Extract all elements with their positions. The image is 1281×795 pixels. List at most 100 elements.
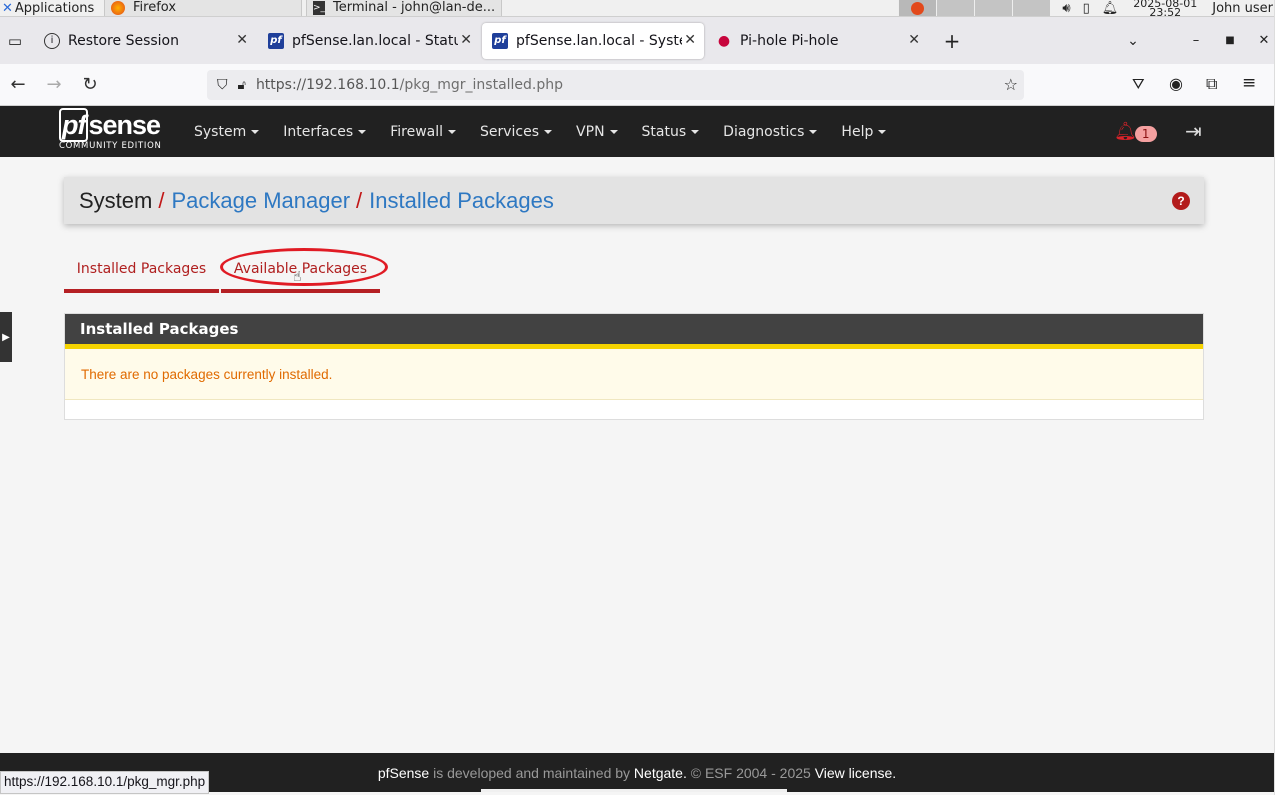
tab-installed-packages[interactable]: Installed Packages — [64, 248, 219, 293]
help-icon[interactable]: ? — [1172, 192, 1190, 210]
applications-menu[interactable]: ✕ Applications — [0, 0, 100, 16]
breadcrumb-package-manager[interactable]: Package Manager — [171, 188, 350, 214]
footer-copyright: © ESF 2004 - 2025 — [690, 764, 811, 781]
workspace-2[interactable] — [936, 0, 975, 16]
breadcrumb-separator: / — [158, 187, 165, 213]
os-taskbar: ✕ Applications Firefox >_ Terminal - joh… — [0, 0, 1281, 17]
footer-netgate-link[interactable]: Netgate. — [634, 765, 687, 781]
caret-down-icon — [691, 129, 700, 134]
taskbar-terminal-label: Terminal - john@lan-de... — [333, 0, 496, 15]
list-tabs-chevron-icon[interactable]: ⌄ — [1113, 33, 1153, 49]
footer-license-link[interactable]: View license. — [815, 765, 896, 781]
close-icon[interactable]: ✕ — [236, 32, 248, 48]
minimize-icon[interactable]: – — [1179, 33, 1213, 48]
shield-icon[interactable]: ⛉ — [217, 77, 228, 93]
url-bar[interactable]: ⛉ 🔓︎ https://192.168.10.1/pkg_mgr_instal… — [207, 70, 1024, 100]
raspberry-icon: ● — [717, 32, 731, 49]
reload-icon[interactable]: ↻ — [72, 69, 108, 101]
new-tab-icon[interactable]: + — [932, 29, 972, 53]
xfce-icon: ✕ — [2, 0, 13, 16]
volume-icon[interactable]: 🔊︎ — [1062, 1, 1070, 16]
back-arrow-icon[interactable]: ← — [0, 69, 36, 101]
main-menu: System Interfaces Firewall Services VPN … — [194, 106, 910, 157]
pfsense-logo[interactable]: pf sense COMMUNITY EDITION — [59, 108, 162, 151]
menu-services[interactable]: Services — [480, 123, 553, 140]
footer-text: is developed and maintained by — [433, 764, 631, 781]
arrow-right-icon: ▶ — [2, 331, 10, 343]
tab-title: pfSense.lan.local - System — [516, 32, 682, 49]
hand-cursor-icon: ☝︎ — [293, 269, 302, 285]
menu-label: Services — [480, 123, 540, 140]
breadcrumb: System / Package Manager / Installed Pac… — [64, 177, 1204, 224]
menu-system[interactable]: System — [194, 124, 260, 140]
footer-brand-link[interactable]: pfSense — [378, 765, 429, 781]
menu-diagnostics[interactable]: Diagnostics — [723, 123, 818, 140]
tab-restore-session[interactable]: i Restore Session ✕ — [34, 23, 256, 59]
menu-label: Firewall — [390, 123, 443, 140]
pocket-icon[interactable]: ⛛ — [1132, 75, 1145, 93]
caret-down-icon — [544, 129, 553, 134]
firefox-icon — [111, 0, 125, 15]
notifications-button[interactable]: 🔔︎ 1 — [1114, 120, 1157, 142]
menu-label: Diagnostics — [723, 123, 805, 140]
logout-icon[interactable]: ⇥ — [1185, 119, 1202, 143]
menu-vpn[interactable]: VPN — [576, 124, 618, 140]
menu-label: Interfaces — [283, 123, 354, 140]
hamburger-menu-icon[interactable]: ≡ — [1242, 73, 1256, 93]
browser-tab-strip: ▭ i Restore Session ✕ pf pfSense.lan.loc… — [0, 17, 1281, 64]
bell-icon: 🔔︎ — [1114, 120, 1137, 142]
menu-interfaces[interactable]: Interfaces — [283, 123, 367, 140]
notification-bell-icon[interactable]: 🔔︎ — [1102, 1, 1119, 16]
tab-title: pfSense.lan.local - Status — [292, 32, 458, 49]
window-edge — [1274, 0, 1281, 795]
taskbar-window-firefox[interactable]: Firefox — [104, 0, 302, 16]
menu-help[interactable]: Help — [841, 124, 887, 140]
battery-icon[interactable]: ▯ — [1083, 1, 1090, 16]
close-icon[interactable]: ✕ — [908, 32, 920, 48]
info-icon: i — [44, 32, 60, 49]
tab-pihole[interactable]: ● Pi-hole Pi-hole ✕ — [706, 23, 928, 59]
workspace-1[interactable] — [898, 0, 937, 16]
breadcrumb-installed-packages[interactable]: Installed Packages — [369, 188, 554, 214]
bookmark-star-icon[interactable]: ☆ — [1004, 75, 1018, 94]
user-menu[interactable]: John user — [1212, 1, 1273, 16]
account-icon[interactable]: ◉ — [1169, 74, 1183, 93]
panel-title: Installed Packages — [65, 314, 1203, 349]
tab-pfsense-system[interactable]: pf pfSense.lan.local - System ✕ — [482, 22, 704, 59]
tab-pfsense-status[interactable]: pf pfSense.lan.local - Status ✕ — [258, 23, 480, 59]
taskbar-window-terminal[interactable]: >_ Terminal - john@lan-de... — [306, 0, 502, 16]
tab-title: Pi-hole Pi-hole — [740, 32, 839, 49]
breadcrumb-separator: / — [356, 187, 363, 213]
sidebar-toggle[interactable]: ▶ — [0, 312, 12, 362]
forward-arrow-icon[interactable]: → — [36, 69, 72, 101]
logo-text: sense — [88, 110, 161, 140]
extensions-icon[interactable]: ⧉ — [1206, 74, 1217, 94]
applications-label: Applications — [14, 0, 95, 16]
clock[interactable]: 2025-08-01 23:52 — [1130, 0, 1200, 16]
close-icon[interactable]: ✕ — [684, 32, 696, 48]
workspace-3[interactable] — [974, 0, 1013, 16]
caret-down-icon — [878, 129, 887, 134]
menu-firewall[interactable]: Firewall — [390, 124, 456, 140]
maximize-icon[interactable]: ■ — [1213, 35, 1247, 46]
firefox-icon — [911, 1, 925, 15]
pfsense-favicon-icon: pf — [492, 32, 508, 49]
notification-count-badge: 1 — [1134, 126, 1157, 142]
workspace-switcher[interactable] — [898, 0, 1051, 16]
close-icon[interactable]: ✕ — [460, 32, 472, 48]
workspace-4[interactable] — [1012, 0, 1051, 16]
lock-warning-icon[interactable]: 🔓︎ — [238, 78, 246, 93]
breadcrumb-system: System — [79, 187, 153, 213]
taskbar-firefox-label: Firefox — [133, 0, 177, 15]
browser-navbar: ← → ↻ ⛉ 🔓︎ https://192.168.10.1/pkg_mgr_… — [0, 64, 1281, 106]
tab-title: Restore Session — [68, 32, 179, 49]
caret-down-icon — [251, 129, 260, 134]
pfsense-navbar: pf sense COMMUNITY EDITION System Interfa… — [0, 106, 1274, 157]
caret-down-icon — [358, 129, 367, 134]
tab-label: Installed Packages — [76, 260, 207, 277]
logo-subtitle: COMMUNITY EDITION — [59, 141, 162, 151]
tab-overview-icon[interactable]: ▭ — [0, 32, 30, 50]
menu-status[interactable]: Status — [642, 124, 700, 140]
link-status-url: https://192.168.10.1/pkg_mgr.php — [0, 771, 210, 794]
installed-packages-panel: Installed Packages There are no packages… — [64, 313, 1204, 420]
